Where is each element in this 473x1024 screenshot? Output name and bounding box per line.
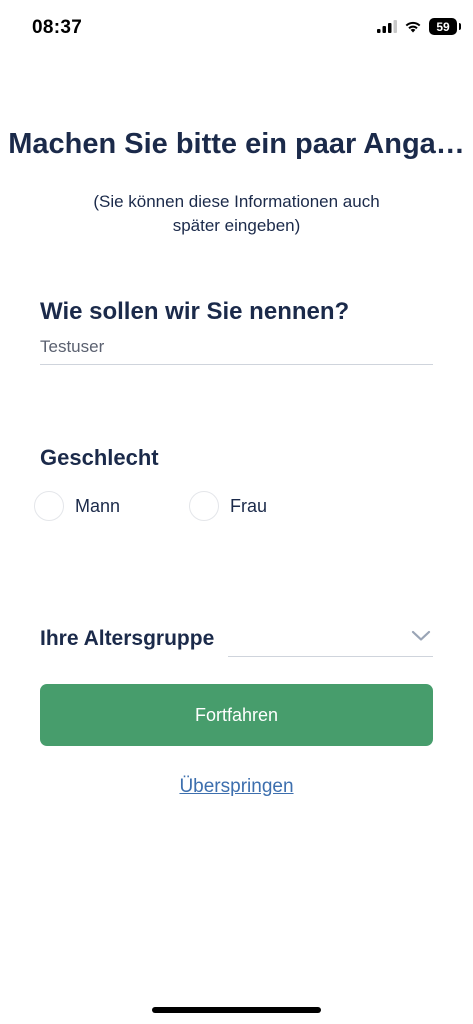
- name-label: Wie sollen wir Sie nennen?: [40, 298, 350, 325]
- page-title: Machen Sie bitte ein paar Anga…: [8, 128, 465, 160]
- home-indicator[interactable]: [152, 1007, 321, 1013]
- gender-option-mann[interactable]: Mann: [34, 491, 120, 521]
- subtitle-line-1: (Sie können diese Informationen auch: [93, 192, 380, 211]
- name-input[interactable]: [40, 330, 433, 365]
- radio-label: Mann: [75, 495, 121, 516]
- cellular-signal-icon: [377, 20, 397, 33]
- age-group-label: Ihre Altersgruppe: [40, 627, 215, 650]
- wifi-icon: [405, 21, 421, 33]
- skip-link-container: Überspringen: [0, 776, 473, 798]
- subtitle-line-2: später eingeben): [172, 216, 301, 235]
- status-icons: 59: [377, 18, 461, 35]
- battery-icon: 59: [429, 18, 461, 35]
- gender-label: Geschlecht: [40, 445, 159, 470]
- status-time: 08:37: [32, 17, 83, 38]
- radio-label: Frau: [230, 495, 268, 516]
- chevron-down-icon: [411, 630, 431, 641]
- age-group-select[interactable]: [228, 620, 433, 657]
- page-subtitle: (Sie können diese Informationen auch spä…: [60, 190, 413, 238]
- skip-link[interactable]: Überspringen: [179, 776, 293, 797]
- status-bar: 08:37 59: [0, 0, 473, 56]
- radio-button[interactable]: [189, 491, 219, 521]
- radio-button[interactable]: [34, 491, 64, 521]
- continue-button[interactable]: Fortfahren: [40, 684, 433, 746]
- battery-level: 59: [436, 19, 450, 34]
- gender-option-frau[interactable]: Frau: [189, 491, 267, 521]
